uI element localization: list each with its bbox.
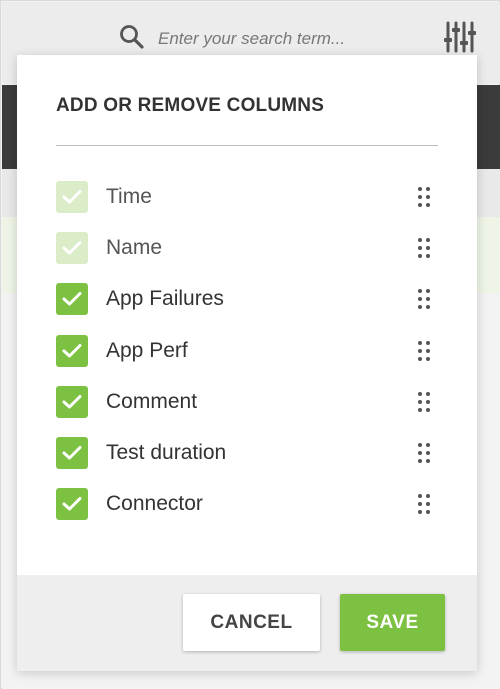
column-row-app-failures: App Failures — [56, 274, 438, 325]
check-icon — [62, 497, 82, 511]
check-icon — [62, 240, 82, 255]
drag-handle-icon[interactable] — [416, 237, 432, 259]
column-checkbox-app-failures[interactable] — [56, 283, 88, 316]
column-row-comment: Comment — [56, 376, 438, 427]
check-icon — [62, 189, 82, 204]
drag-handle-icon[interactable] — [416, 442, 432, 464]
column-label: Time — [106, 184, 152, 208]
check-icon — [62, 343, 82, 358]
check-icon — [62, 394, 82, 409]
drag-handle-icon[interactable] — [416, 493, 432, 515]
drag-handle-icon[interactable] — [416, 340, 432, 362]
search-input[interactable]: Enter your search term... — [158, 29, 345, 49]
save-button[interactable]: SAVE — [340, 594, 445, 651]
column-checkbox-name — [56, 231, 88, 264]
column-row-time: Time — [56, 171, 438, 222]
divider — [56, 145, 438, 146]
column-checkbox-test-duration[interactable] — [56, 437, 88, 470]
check-icon — [62, 292, 82, 306]
column-settings-button[interactable] — [442, 20, 480, 54]
drag-handle-icon[interactable] — [416, 186, 432, 208]
column-checkbox-time — [56, 180, 88, 213]
sliders-icon — [444, 21, 476, 53]
column-label: Connector — [106, 492, 203, 516]
check-icon — [62, 446, 82, 460]
column-checkbox-connector[interactable] — [56, 488, 88, 521]
column-row-connector: Connector — [56, 479, 438, 530]
column-list: Time Name App Failures App Perf Comment … — [56, 171, 438, 530]
search-box[interactable]: Enter your search term... — [118, 24, 345, 54]
column-settings-dialog: ADD OR REMOVE COLUMNS Time Name App Fail… — [17, 55, 477, 671]
column-row-name: Name — [56, 222, 438, 273]
column-checkbox-comment[interactable] — [56, 385, 88, 418]
dialog-footer: CANCEL SAVE — [17, 575, 477, 671]
column-label: App Failures — [106, 287, 224, 311]
column-label: App Perf — [106, 338, 188, 362]
column-checkbox-app-perf[interactable] — [56, 334, 88, 367]
column-label: Test duration — [106, 441, 227, 465]
drag-handle-icon[interactable] — [416, 391, 432, 413]
drag-handle-icon[interactable] — [416, 288, 432, 310]
dialog-title: ADD OR REMOVE COLUMNS — [56, 95, 325, 116]
column-row-app-perf: App Perf — [56, 325, 438, 376]
column-row-test-duration: Test duration — [56, 427, 438, 478]
column-label: Name — [106, 235, 163, 259]
search-icon — [118, 23, 146, 56]
column-label: Comment — [106, 389, 198, 413]
cancel-button[interactable]: CANCEL — [183, 594, 320, 651]
